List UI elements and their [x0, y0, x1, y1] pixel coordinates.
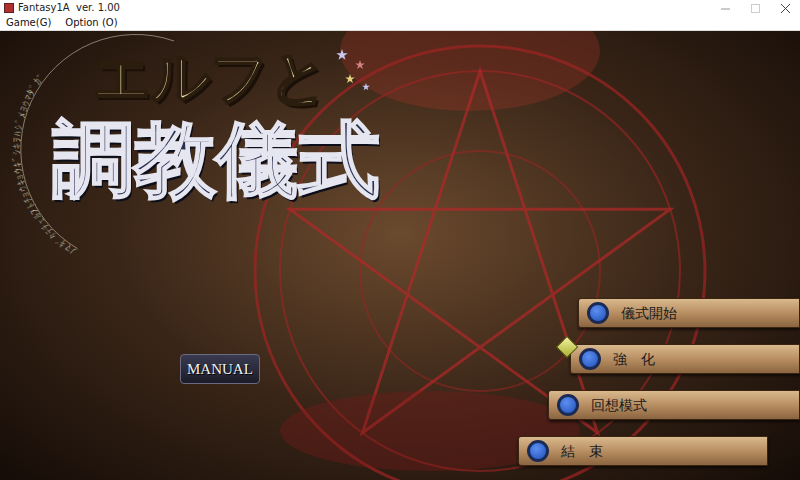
game-logo: ﾉﾏｷﾞﾀﾃﾁｪﾙﾌﾄﾁｮｳｷｮｳｷﾞｼｷｦﾊｼﾞﾒﾖｳﾏﾀﾞｶﾞエルフと調教儀… [0, 31, 800, 281]
menu-bar-item[interactable]: Game(G) [6, 18, 51, 28]
menu-button-label: 結 束 [561, 443, 603, 460]
maximize-button[interactable] [740, 0, 770, 16]
title-screen: ﾉﾏｷﾞﾀﾃﾁｪﾙﾌﾄﾁｮｳｷｮｳｷﾞｼｷｦﾊｼﾞﾒﾖｳﾏﾀﾞｶﾞエルフと調教儀… [0, 31, 800, 480]
menu-button-label: 回想模式 [591, 397, 647, 414]
menu-button-label: 儀式開始 [621, 305, 677, 322]
menu-button-label: 強 化 [613, 351, 655, 368]
window-title: Fantasy1A ver. 1.00 [18, 3, 120, 13]
button-orb-icon [527, 440, 549, 462]
minimize-button[interactable] [710, 0, 740, 16]
manual-button[interactable]: MANUAL [180, 354, 260, 384]
menu-bar: Game(G) Option (O) [0, 16, 800, 31]
menu-button[interactable]: 儀式開始 [578, 298, 800, 328]
menu-button[interactable]: 回想模式 [548, 390, 800, 420]
stars-icon [334, 45, 374, 95]
game-window: Fantasy1A ver. 1.00 Game(G) Option (O) ﾉﾏｷﾞ… [0, 0, 800, 480]
title-bar: Fantasy1A ver. 1.00 [0, 0, 800, 16]
main-menu: 儀式開始強 化回想模式結 束 [518, 298, 800, 466]
close-icon [781, 4, 790, 13]
menu-bar-item[interactable]: Option (O) [65, 18, 117, 28]
logo-line-1: エルフと [92, 45, 328, 112]
button-orb-icon [557, 394, 579, 416]
app-icon [4, 3, 14, 13]
close-button[interactable] [770, 0, 800, 16]
button-orb-icon [579, 348, 601, 370]
menu-button[interactable]: 結 束 [518, 436, 768, 466]
minimize-icon [721, 4, 730, 13]
maximize-icon [751, 4, 760, 13]
button-orb-icon [587, 302, 609, 324]
cursor-diamond-icon [556, 336, 579, 359]
logo-line-2: 調教儀式 [52, 115, 380, 206]
menu-button[interactable]: 強 化 [570, 344, 800, 374]
